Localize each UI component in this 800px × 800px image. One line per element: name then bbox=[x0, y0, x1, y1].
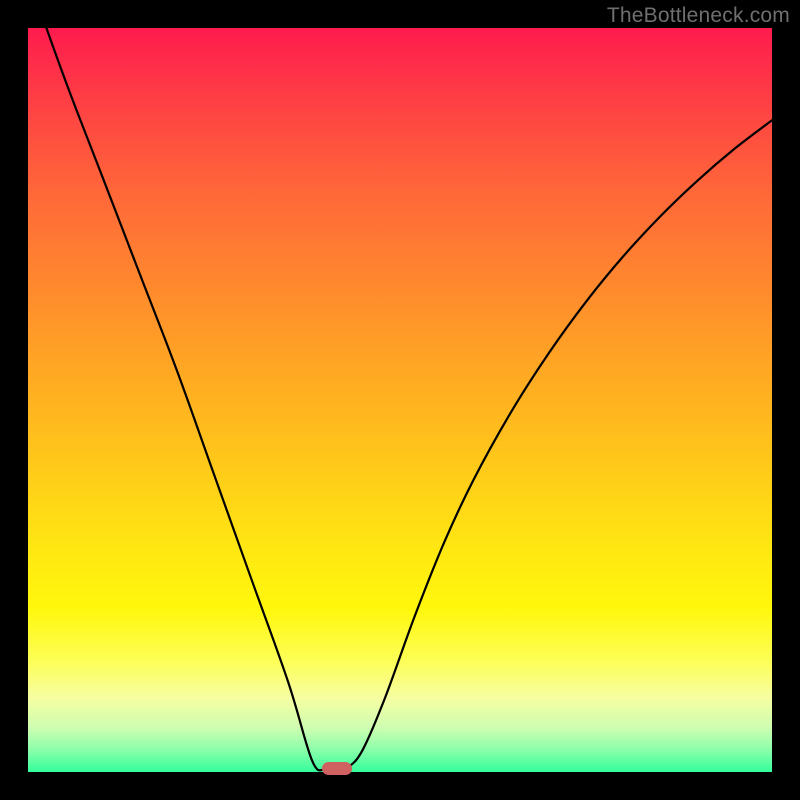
chart-frame bbox=[28, 28, 772, 772]
plot-area bbox=[28, 28, 772, 772]
minimum-marker bbox=[322, 762, 352, 775]
bottleneck-curve bbox=[28, 28, 772, 772]
watermark-text: TheBottleneck.com bbox=[607, 4, 790, 28]
